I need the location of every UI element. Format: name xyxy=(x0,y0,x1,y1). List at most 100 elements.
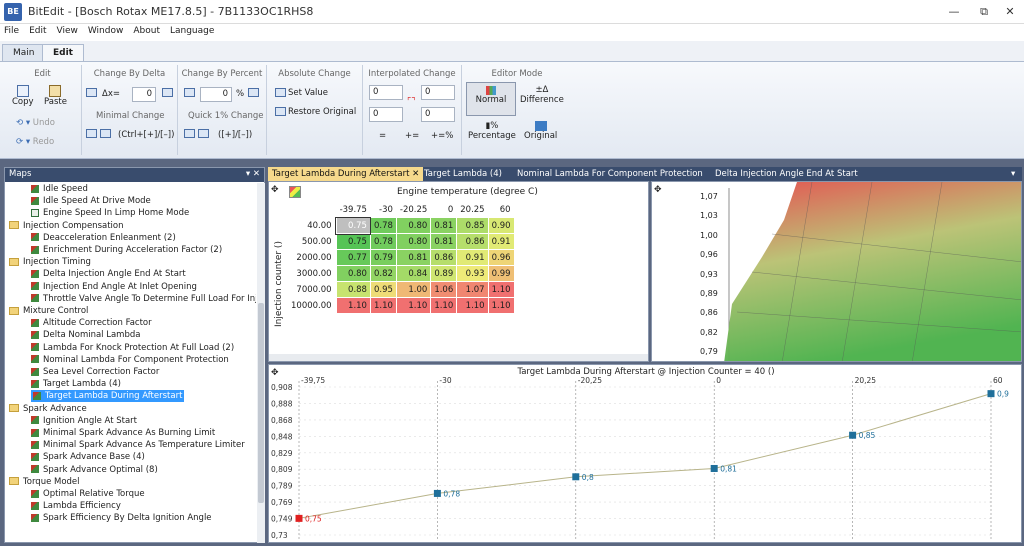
table-cell[interactable]: 0.81 xyxy=(395,249,432,266)
redo-button[interactable]: ⟳ ▾ Redo xyxy=(16,137,54,147)
tree-item[interactable]: Delta Injection Angle End At Start xyxy=(31,268,186,280)
tree-item[interactable]: Lambda Efficiency xyxy=(31,500,121,512)
table-cell[interactable]: 0.86 xyxy=(430,249,458,266)
tree-scrollbar-thumb[interactable] xyxy=(258,303,264,503)
table-cell[interactable]: 0.89 xyxy=(430,265,458,282)
tree-item[interactable]: Delta Nominal Lambda xyxy=(31,329,140,341)
restore-original-button[interactable]: Restore Original xyxy=(275,107,356,117)
tree-item[interactable]: Target Lambda During Afterstart xyxy=(31,390,185,403)
minimize-button[interactable]: — xyxy=(940,2,968,22)
tree-folder[interactable]: Mixture Control xyxy=(9,305,88,317)
tree-item[interactable]: Engine Speed In Limp Home Mode xyxy=(31,207,189,219)
tree-item[interactable]: Lambda For Knock Protection At Full Load… xyxy=(31,342,234,354)
table-cell[interactable]: 0.90 xyxy=(487,217,515,234)
delta-decrease-button[interactable] xyxy=(86,88,99,98)
copy-button[interactable]: Copy xyxy=(12,85,34,107)
tab-edit[interactable]: Edit xyxy=(42,44,84,62)
table-cell[interactable]: 0.91 xyxy=(456,249,489,266)
table-cell[interactable]: 0.77 xyxy=(335,249,371,266)
table-cell[interactable]: 0.79 xyxy=(369,249,397,266)
table-cell[interactable]: 0.80 xyxy=(395,217,432,234)
percentage-mode-button[interactable]: ▮% Percentage xyxy=(468,121,516,141)
table-cell[interactable]: 0.88 xyxy=(335,281,371,298)
table-cell[interactable]: 0.95 xyxy=(369,281,397,298)
table-cell[interactable]: 0.93 xyxy=(456,265,489,282)
percent-input[interactable]: 0 xyxy=(200,87,232,102)
table-cell[interactable]: 1.10 xyxy=(369,297,397,314)
heatmap-toggle-icon[interactable] xyxy=(289,186,301,198)
tabs-dropdown-icon[interactable]: ▾ xyxy=(1007,167,1019,181)
table-cell[interactable]: 0.84 xyxy=(395,265,432,282)
tree-item[interactable]: Target Lambda (4) xyxy=(31,378,121,390)
quick-increase-button[interactable] xyxy=(198,129,211,139)
tree-item[interactable]: Optimal Relative Torque xyxy=(31,488,145,500)
table-cell[interactable]: 1.10 xyxy=(487,281,515,298)
table-cell[interactable]: 0.85 xyxy=(456,217,489,234)
menu-about[interactable]: About xyxy=(129,24,164,38)
menu-view[interactable]: View xyxy=(53,24,82,38)
tree-item[interactable]: Enrichment During Acceleration Factor (2… xyxy=(31,244,222,256)
menu-edit[interactable]: Edit xyxy=(25,24,50,38)
percent-increase-button[interactable] xyxy=(248,88,261,98)
difference-mode-button[interactable]: ±Δ Difference xyxy=(520,85,564,105)
undo-button[interactable]: ⟲ ▾ Undo xyxy=(16,118,55,128)
table-cell[interactable]: 1.10 xyxy=(487,297,515,314)
restore-button[interactable]: ⧉ xyxy=(970,2,998,22)
tree-item[interactable]: Idle Speed At Drive Mode xyxy=(31,195,151,207)
tree-item[interactable]: Altitude Correction Factor xyxy=(31,317,152,329)
set-value-button[interactable]: Set Value xyxy=(275,88,328,98)
tree-item[interactable]: Spark Advance Optimal (8) xyxy=(31,464,158,476)
move-handle-icon[interactable]: ✥ xyxy=(271,185,279,195)
tree-item[interactable]: Idle Speed xyxy=(31,183,88,195)
table-cell[interactable]: 1.10 xyxy=(335,297,371,314)
table-cell[interactable]: 0.75 xyxy=(335,216,372,235)
table-cell[interactable]: 0.81 xyxy=(430,233,458,250)
table-cell[interactable]: 0.96 xyxy=(487,249,515,266)
tab-target-lambda-4[interactable]: Target Lambda (4) xyxy=(420,167,506,181)
tree-item[interactable]: Ignition Angle At Start xyxy=(31,415,137,427)
tab-delta-injection-angle[interactable]: Delta Injection Angle End At Start xyxy=(711,167,862,181)
table-cell[interactable]: 0.78 xyxy=(369,217,397,234)
interp-add-percent-button[interactable]: +=% xyxy=(431,131,453,141)
tab-main[interactable]: Main xyxy=(2,44,46,62)
tab-target-lambda-afterstart[interactable]: Target Lambda During Afterstart ✕ xyxy=(268,167,424,181)
menu-file[interactable]: File xyxy=(0,24,23,38)
normal-mode-button[interactable]: Normal xyxy=(466,82,516,116)
interp-set-button[interactable]: = xyxy=(379,131,386,141)
table-cell[interactable]: 1.07 xyxy=(456,281,489,298)
table-cell[interactable]: 0.80 xyxy=(335,265,371,282)
tree-item[interactable]: Minimal Spark Advance As Temperature Lim… xyxy=(31,439,245,451)
table-cell[interactable]: 1.06 xyxy=(430,281,458,298)
tree-folder[interactable]: Torque Model xyxy=(9,476,80,488)
menu-window[interactable]: Window xyxy=(84,24,128,38)
quick-decrease-button[interactable] xyxy=(184,129,197,139)
delta-input[interactable]: 0 xyxy=(132,87,156,102)
tree-folder[interactable]: Injection Timing xyxy=(9,256,91,268)
table-cell[interactable]: 0.82 xyxy=(369,265,397,282)
table-cell[interactable]: 1.10 xyxy=(456,297,489,314)
tree-item[interactable]: Injection End Angle At Inlet Opening xyxy=(31,281,197,293)
interp-top-left-input[interactable]: 0 xyxy=(369,85,403,100)
panel-pin-close-icons[interactable]: ▾ ✕ xyxy=(246,169,260,179)
table-cell[interactable]: 1.00 xyxy=(395,281,432,298)
table-hscrollbar[interactable] xyxy=(269,354,648,361)
table-cell[interactable]: 1.10 xyxy=(395,297,432,314)
tree-item[interactable]: Sea Level Correction Factor xyxy=(31,366,159,378)
minimal-decrease-button[interactable] xyxy=(86,129,99,139)
interp-add-button[interactable]: += xyxy=(405,131,419,141)
tree-scrollbar[interactable] xyxy=(257,183,265,543)
table-cell[interactable]: 0.78 xyxy=(369,233,397,250)
menu-language[interactable]: Language xyxy=(166,24,218,38)
table-cell[interactable]: 0.86 xyxy=(456,233,489,250)
tree-item[interactable]: Spark Efficiency By Delta Ignition Angle xyxy=(31,512,212,524)
tree-folder[interactable]: Spark Advance xyxy=(9,403,87,415)
interp-bottom-right-input[interactable]: 0 xyxy=(421,107,455,122)
tab-nominal-lambda[interactable]: Nominal Lambda For Component Protection xyxy=(513,167,707,181)
interp-bottom-left-input[interactable]: 0 xyxy=(369,107,403,122)
delta-increase-button[interactable] xyxy=(162,88,175,98)
close-icon[interactable]: ✕ xyxy=(412,169,419,179)
table-cell[interactable]: 1.10 xyxy=(430,297,458,314)
tree-folder[interactable]: Injection Compensation xyxy=(9,220,124,232)
line-chart[interactable]: 0,908 0,888 0,868 0,848 0,829 0,809 0,789 0,769… xyxy=(269,365,1021,542)
percent-decrease-button[interactable] xyxy=(184,88,197,98)
